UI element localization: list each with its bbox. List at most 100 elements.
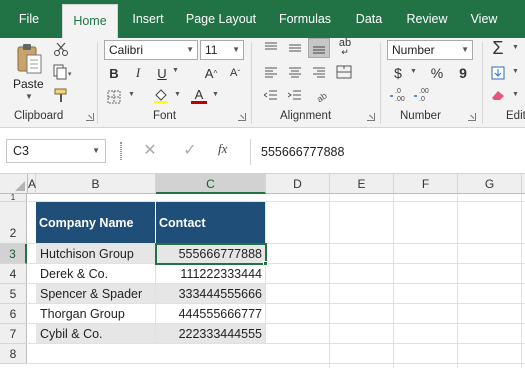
table-cell-company[interactable]: Derek & Co. (36, 264, 156, 284)
font-launcher-icon[interactable] (238, 113, 246, 121)
paste-icon[interactable] (12, 42, 46, 76)
paste-dropdown-icon[interactable]: ▼ (25, 92, 33, 101)
decrease-decimal-icon[interactable]: .00.0 (412, 85, 434, 105)
fill-color-dropdown-icon[interactable]: ▼ (174, 91, 181, 98)
wrap-text-icon[interactable]: ab ↵ (334, 38, 356, 58)
italic-button[interactable]: I (130, 64, 146, 82)
format-painter-icon[interactable] (52, 86, 70, 104)
bottom-align-icon[interactable] (308, 38, 330, 58)
fill-handle[interactable] (263, 261, 268, 266)
column-header-a[interactable]: A (28, 174, 36, 194)
enter-icon[interactable]: ✓ (180, 140, 200, 160)
tab-view[interactable]: View (462, 0, 506, 38)
font-name-value: Calibri (109, 43, 144, 57)
tab-review[interactable]: Review (400, 0, 454, 38)
tab-home[interactable]: Home (62, 4, 118, 38)
font-size-value: 11 (205, 43, 218, 57)
cut-icon[interactable] (52, 40, 70, 58)
comma-style-button[interactable]: 9 (456, 64, 470, 82)
table-cell-company[interactable]: Cybil & Co. (36, 324, 156, 344)
table-header-company[interactable]: Company Name (36, 202, 156, 244)
underline-dropdown-icon[interactable]: ▼ (172, 67, 179, 74)
shrink-caret-icon: ˇ (237, 68, 240, 78)
tab-data[interactable]: Data (348, 0, 390, 38)
underline-button[interactable]: U (154, 64, 170, 82)
table-cell-contact[interactable]: 222333444555 (156, 324, 266, 344)
grow-letter: A (204, 65, 214, 81)
increase-font-size-button[interactable]: A ^ (202, 64, 220, 82)
chevron-down-icon: ▼ (186, 45, 194, 54)
decrease-font-size-button[interactable]: Aˇ (226, 64, 244, 82)
orientation-icon[interactable]: ab (312, 86, 334, 104)
font-name-select[interactable]: Calibri ▼ (104, 40, 198, 60)
font-size-select[interactable]: 11 ▼ (200, 40, 244, 60)
row-header-2[interactable]: 2 (0, 202, 27, 244)
table-header-contact[interactable]: Contact (156, 202, 266, 244)
font-color-dropdown-icon[interactable]: ▼ (212, 91, 219, 98)
column-header-b[interactable]: B (36, 174, 156, 194)
clipboard-launcher-icon[interactable] (86, 113, 94, 121)
fill-dropdown-icon[interactable]: ▼ (512, 68, 519, 75)
clear-icon[interactable] (488, 86, 508, 104)
align-center-icon[interactable] (286, 64, 304, 80)
tab-formulas[interactable]: Formulas (272, 0, 338, 38)
chevron-down-icon: ▼ (92, 146, 100, 155)
row-header-5[interactable]: 5 (0, 284, 27, 304)
row-header-4[interactable]: 4 (0, 264, 27, 284)
column-header-f[interactable]: F (394, 174, 458, 194)
row-header-6[interactable]: 6 (0, 304, 27, 324)
percent-button[interactable]: % (428, 64, 446, 82)
autosum-icon[interactable]: Σ (488, 38, 508, 58)
chevron-down-icon: ▼ (232, 45, 240, 54)
currency-button[interactable]: $ (390, 64, 406, 82)
column-header-d[interactable]: D (266, 174, 330, 194)
currency-dropdown-icon[interactable]: ▼ (410, 68, 417, 75)
clear-dropdown-icon[interactable]: ▼ (512, 91, 519, 98)
column-header-g[interactable]: G (458, 174, 522, 194)
paste-label[interactable]: Paste (13, 77, 44, 91)
tab-page-layout[interactable]: Page Layout (180, 0, 262, 38)
increase-indent-icon[interactable] (286, 86, 304, 104)
svg-text:.00: .00 (419, 88, 429, 95)
table-cell-company[interactable]: Spencer & Spader (36, 284, 156, 304)
table-cell-contact[interactable]: 111222333444 (156, 264, 266, 284)
fill-icon[interactable] (488, 64, 508, 82)
borders-icon[interactable] (104, 88, 124, 106)
select-all-button[interactable] (0, 174, 28, 194)
column-header-e[interactable]: E (330, 174, 394, 194)
autosum-dropdown-icon[interactable]: ▼ (512, 44, 519, 51)
name-box[interactable]: C3 ▼ (6, 139, 106, 163)
insert-function-icon[interactable]: fx (218, 141, 238, 161)
alignment-launcher-icon[interactable] (367, 113, 375, 121)
copy-icon[interactable]: ▾ (52, 63, 74, 81)
table-cell-contact[interactable]: 444555666777 (156, 304, 266, 324)
merge-center-icon[interactable] (334, 64, 356, 80)
row-header-8[interactable]: 8 (0, 344, 27, 364)
resize-handle[interactable] (120, 142, 122, 160)
fill-color-icon[interactable] (152, 86, 170, 104)
top-align-icon[interactable] (262, 40, 280, 56)
table-cell-company[interactable]: Hutchison Group (36, 244, 156, 264)
number-launcher-icon[interactable] (468, 113, 476, 121)
row-header-3[interactable]: 3 (0, 244, 27, 264)
row-header-7[interactable]: 7 (0, 324, 27, 344)
formula-input[interactable]: 555666777888 (250, 139, 525, 165)
cancel-icon[interactable]: ✕ (140, 140, 160, 160)
align-right-icon[interactable] (310, 64, 328, 80)
row-header-1[interactable]: 1 (0, 194, 27, 202)
chevron-down-icon: ▼ (461, 45, 469, 54)
align-left-icon[interactable] (262, 64, 280, 80)
bold-button[interactable]: B (106, 64, 122, 82)
worksheet-grid[interactable]: A B C D E F G 1 2 3 4 5 6 7 8 Company Na… (0, 174, 525, 368)
middle-align-icon[interactable] (286, 40, 304, 56)
column-header-c[interactable]: C (156, 174, 266, 194)
increase-decimal-icon[interactable]: .0.00 (388, 85, 410, 105)
tab-file[interactable]: File (6, 0, 52, 38)
table-cell-company[interactable]: Thorgan Group (36, 304, 156, 324)
clipboard-group-label: Clipboard (14, 110, 64, 122)
borders-dropdown-icon[interactable]: ▼ (128, 91, 135, 98)
tab-insert[interactable]: Insert (124, 0, 172, 38)
table-cell-contact[interactable]: 333444555666 (156, 284, 266, 304)
decrease-indent-icon[interactable] (262, 86, 280, 104)
number-format-select[interactable]: Number ▼ (387, 40, 473, 60)
